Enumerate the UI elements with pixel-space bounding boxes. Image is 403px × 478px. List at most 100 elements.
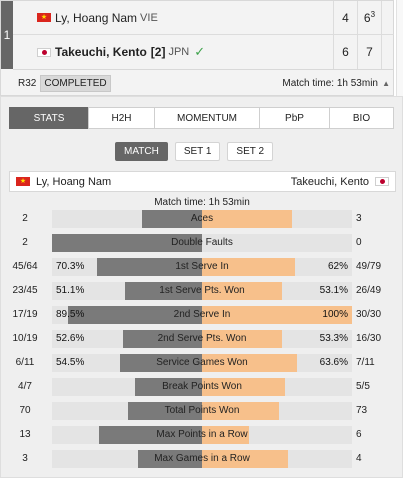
stat-row: 70 Total Points Won 73 bbox=[1, 402, 403, 420]
stat-row: 2 Double Faults 0 bbox=[1, 234, 403, 252]
stat-left-value: 10/19 bbox=[12, 333, 38, 344]
stat-right-value: 4 bbox=[356, 453, 362, 464]
match-status-bar: R32 COMPLETED Match time: 1h 53min ▲ bbox=[13, 69, 394, 96]
stat-right-value: 30/30 bbox=[356, 309, 382, 320]
stat-left-value: 3 bbox=[22, 453, 28, 464]
player-1-name-group: Ly, Hoang Nam VIE bbox=[55, 11, 158, 25]
player-1-set-2: 63 bbox=[357, 1, 381, 34]
stat-left-value: 13 bbox=[19, 429, 31, 440]
round-badge: R32 bbox=[18, 77, 37, 89]
detail-tabs: STATS H2H MOMENTUM PbP BIO bbox=[9, 107, 396, 129]
player-2-set-2: 7 bbox=[357, 35, 381, 69]
stat-label: Aces bbox=[190, 213, 214, 224]
stat-label: Max Games in a Row bbox=[154, 453, 250, 464]
japan-flag-icon bbox=[37, 47, 51, 57]
stat-row: 10/19 52.6% 53.3% 2nd Serve Pts. Won 16/30 bbox=[1, 330, 403, 348]
stat-bar: Break Points Won bbox=[52, 378, 352, 396]
stat-bar: Aces bbox=[52, 210, 352, 228]
stat-right-value: 73 bbox=[356, 405, 368, 416]
stat-row: 13 Max Points in a Row 6 bbox=[1, 426, 403, 444]
stat-right-value: 26/49 bbox=[356, 285, 382, 296]
stat-row: 23/45 51.1% 53.1% 1st Serve Pts. Won 26/49 bbox=[1, 282, 403, 300]
stat-right-value: 5/5 bbox=[356, 381, 370, 392]
player-2-set-blank bbox=[381, 35, 394, 69]
stats-right-player-name: Takeuchi, Kento bbox=[290, 175, 369, 188]
stat-left-value: 2 bbox=[22, 213, 28, 224]
player-1-name: Ly, Hoang Nam bbox=[55, 10, 138, 25]
stat-left-value: 17/19 bbox=[12, 309, 38, 320]
player-2-name: Takeuchi, Kento bbox=[55, 45, 147, 59]
stats-left-player-name: Ly, Hoang Nam bbox=[36, 175, 112, 188]
stat-label: Service Games Won bbox=[156, 357, 248, 368]
tab-pbp[interactable]: PbP bbox=[259, 107, 330, 129]
period-subtabs: MATCH SET 1 SET 2 bbox=[115, 142, 274, 161]
tab-stats[interactable]: STATS bbox=[9, 107, 89, 129]
japan-flag-icon bbox=[375, 177, 389, 186]
round-number: 1 bbox=[1, 1, 13, 69]
player-1-country: VIE bbox=[140, 11, 158, 24]
player-1-set-2-tiebreak: 3 bbox=[370, 9, 376, 19]
stats-players-header: ★ Ly, Hoang Nam Takeuchi, Kento bbox=[9, 171, 396, 192]
stat-bar: Max Points in a Row bbox=[52, 426, 352, 444]
stat-bar: 70.3% 62% 1st Serve In bbox=[52, 258, 352, 276]
stat-right-value: 3 bbox=[356, 213, 362, 224]
stat-label: Max Points in a Row bbox=[156, 429, 248, 440]
stats-right-player: Takeuchi, Kento bbox=[291, 172, 389, 191]
stat-row: 17/19 89.5% 100% 2nd Serve In 30/30 bbox=[1, 306, 403, 324]
tab-h2h[interactable]: H2H bbox=[88, 107, 155, 129]
stat-row: 6/11 54.5% 63.6% Service Games Won 7/11 bbox=[1, 354, 403, 372]
stat-bar: Double Faults bbox=[52, 234, 352, 252]
stat-bar: 89.5% 100% 2nd Serve In bbox=[52, 306, 352, 324]
winner-check-icon: ✓ bbox=[194, 44, 206, 59]
stat-bar: Total Points Won bbox=[52, 402, 352, 420]
stat-row: 3 Max Games in a Row 4 bbox=[1, 450, 403, 468]
stat-left-value: 2 bbox=[22, 237, 28, 248]
player-row-2: Takeuchi, Kento [2] JPN ✓ 6 7 bbox=[13, 35, 394, 69]
stat-row: 2 Aces 3 bbox=[1, 210, 403, 228]
stat-label: 1st Serve In bbox=[175, 261, 229, 272]
stat-row: 45/64 70.3% 62% 1st Serve In 49/79 bbox=[1, 258, 403, 276]
stat-left-value: 23/45 bbox=[12, 285, 38, 296]
match-score-box[interactable]: 1 ★ Ly, Hoang Nam VIE 4 63 Takeuchi, Ken… bbox=[0, 0, 394, 96]
tab-bio[interactable]: BIO bbox=[329, 107, 394, 129]
stat-left-value: 4/7 bbox=[18, 381, 32, 392]
player-2-name-group: Takeuchi, Kento [2] JPN ✓ bbox=[55, 44, 205, 60]
stat-bar: 54.5% 63.6% Service Games Won bbox=[52, 354, 352, 372]
stat-label: 1st Serve Pts. Won bbox=[159, 285, 245, 296]
stat-row: 4/7 Break Points Won 5/5 bbox=[1, 378, 403, 396]
stat-bar: 51.1% 53.1% 1st Serve Pts. Won bbox=[52, 282, 352, 300]
stat-left-value: 45/64 bbox=[12, 261, 38, 272]
stat-label: 2nd Serve In bbox=[173, 309, 231, 320]
stat-left-value: 70 bbox=[19, 405, 31, 416]
tab-momentum[interactable]: MOMENTUM bbox=[154, 107, 260, 129]
stat-bar: Max Games in a Row bbox=[52, 450, 352, 468]
stat-right-value: 16/30 bbox=[356, 333, 382, 344]
subtab-set-1[interactable]: SET 1 bbox=[174, 142, 221, 161]
player-1-set-1: 4 bbox=[333, 1, 357, 34]
stat-label: Total Points Won bbox=[164, 405, 240, 416]
status-match-time: Match time: 1h 53min bbox=[282, 77, 378, 89]
stat-label: 2nd Serve Pts. Won bbox=[157, 333, 247, 344]
subtab-set-2[interactable]: SET 2 bbox=[227, 142, 274, 161]
player-2-set-1: 6 bbox=[333, 35, 357, 69]
stats-panel: STATS H2H MOMENTUM PbP BIO MATCH SET 1 S… bbox=[0, 96, 403, 478]
stat-right-value: 49/79 bbox=[356, 261, 382, 272]
vietnam-flag-icon: ★ bbox=[16, 177, 30, 186]
vietnam-flag-icon: ★ bbox=[37, 13, 51, 22]
collapse-caret-icon[interactable]: ▲ bbox=[382, 79, 390, 88]
player-row-1: ★ Ly, Hoang Nam VIE 4 63 bbox=[13, 1, 394, 35]
scrollbar[interactable] bbox=[396, 0, 403, 96]
stat-left-value: 6/11 bbox=[15, 357, 35, 368]
stats-match-time: Match time: 1h 53min bbox=[154, 197, 250, 208]
player-2-seed: [2] bbox=[150, 45, 166, 59]
stat-bar: 52.6% 53.3% 2nd Serve Pts. Won bbox=[52, 330, 352, 348]
stat-label: Break Points Won bbox=[162, 381, 242, 392]
stat-right-value: 0 bbox=[356, 237, 362, 248]
completed-badge: COMPLETED bbox=[40, 74, 111, 92]
stat-right-value: 7/11 bbox=[356, 357, 375, 368]
player-1-set-blank bbox=[381, 1, 394, 34]
stat-label: Double Faults bbox=[171, 237, 233, 248]
player-2-country: JPN bbox=[168, 46, 190, 58]
subtab-match[interactable]: MATCH bbox=[115, 142, 168, 161]
stat-right-value: 6 bbox=[356, 429, 362, 440]
